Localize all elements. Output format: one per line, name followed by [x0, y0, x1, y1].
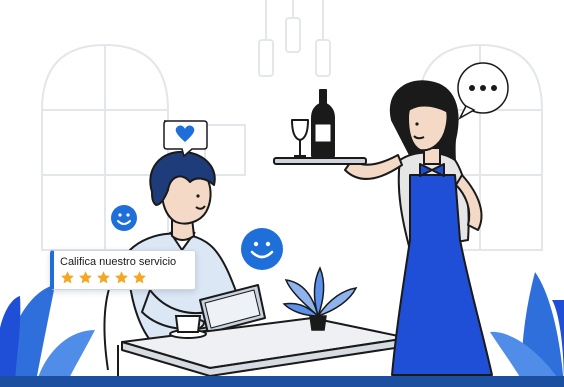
window-left: [41, 43, 169, 251]
hanging-lamps: [258, 0, 331, 77]
star-icon: [97, 271, 110, 284]
chair: [103, 279, 119, 385]
star-icon: [115, 271, 128, 284]
plant-right: [490, 272, 564, 387]
smiley-badge-large: [241, 228, 283, 270]
ellipsis-icon: [469, 85, 497, 91]
rating-stars: [60, 270, 147, 285]
heart-speech-bubble: [163, 120, 208, 158]
serving-tray: [273, 89, 367, 165]
plant-left: [0, 285, 95, 387]
scene-artwork: [0, 0, 564, 387]
star-icon: [133, 271, 146, 284]
star-icon: [79, 271, 92, 284]
star-icon: [61, 271, 74, 284]
rating-card: Califica nuestro servicio: [50, 250, 196, 290]
rating-card-label: Califica nuestro servicio: [60, 256, 177, 268]
smiley-badge-small: [111, 205, 137, 231]
bottom-bar: [0, 376, 564, 387]
restaurant-illustration: Califica nuestro servicio: [0, 0, 564, 387]
